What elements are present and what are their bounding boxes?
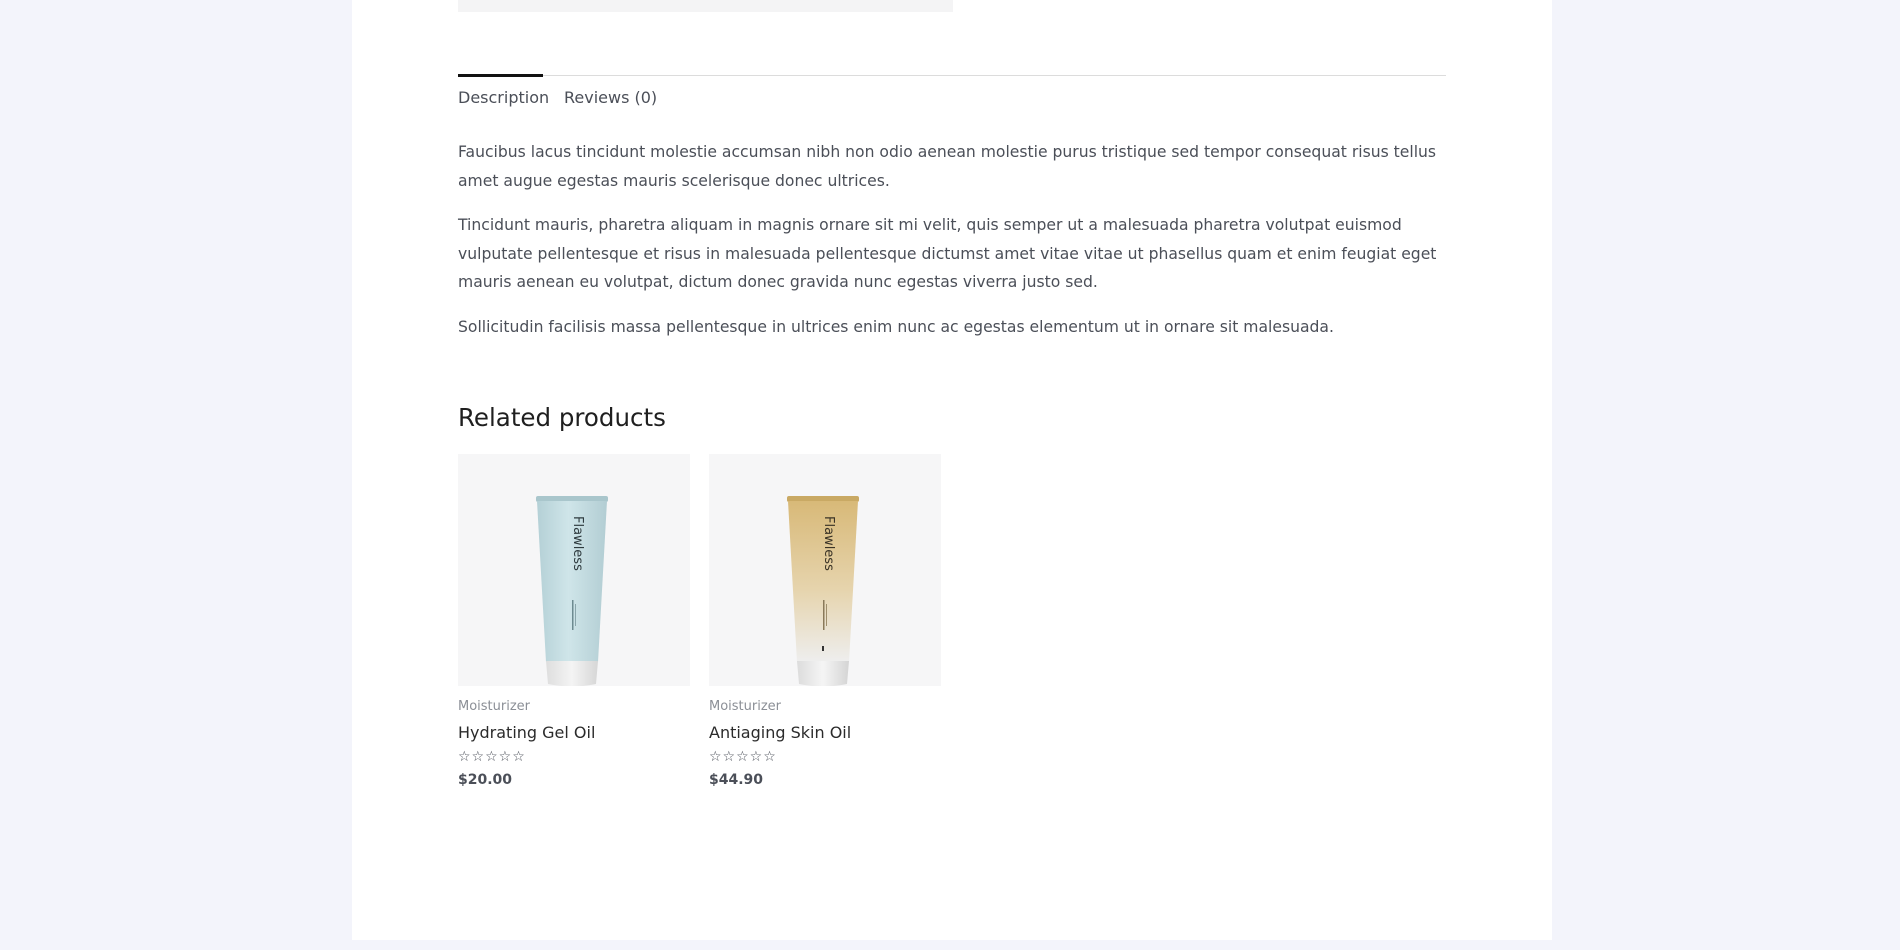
description-paragraph: Faucibus lacus tincidunt molestie accums…: [458, 143, 1437, 190]
product-category: Moisturizer: [458, 699, 531, 714]
product-price: $20.00: [458, 772, 513, 788]
tab-reviews[interactable]: Reviews (0): [564, 76, 657, 116]
product-tube-image: Flawless: [536, 496, 608, 686]
product-card: Flawless Moisturizer Antiaging Skin Oil …: [709, 454, 941, 788]
product-tube-image: Flawless: [787, 496, 859, 686]
product-title-link[interactable]: Hydrating Gel Oil: [458, 723, 690, 742]
rating-stars: ☆☆☆☆☆: [458, 749, 526, 765]
tube-brand-label: Flawless: [821, 516, 836, 571]
product-image-link[interactable]: Flawless: [709, 454, 941, 686]
page-container: Description Reviews (0) Faucibus lacus t…: [352, 0, 1552, 940]
description-paragraph: Sollicitudin facilisis massa pellentesqu…: [458, 317, 1334, 336]
description-panel: Faucibus lacus tincidunt molestie accums…: [458, 138, 1446, 357]
product-image-link[interactable]: Flawless: [458, 454, 690, 686]
product-category: Moisturizer: [709, 699, 782, 714]
tube-brand-label: Flawless: [570, 516, 585, 571]
product-price: $44.90: [709, 772, 764, 788]
product-title-link[interactable]: Antiaging Skin Oil: [709, 723, 941, 742]
description-paragraph: Tincidunt mauris, pharetra aliquam in ma…: [458, 216, 1437, 291]
product-form-remnant: [458, 0, 953, 12]
related-products-heading: Related products: [458, 403, 666, 432]
product-tabs: Description Reviews (0): [458, 74, 1446, 121]
tab-description[interactable]: Description: [458, 74, 549, 114]
rating-stars: ☆☆☆☆☆: [709, 749, 777, 765]
product-card: Flawless Moisturizer Hydrating Gel Oil ☆…: [458, 454, 690, 788]
